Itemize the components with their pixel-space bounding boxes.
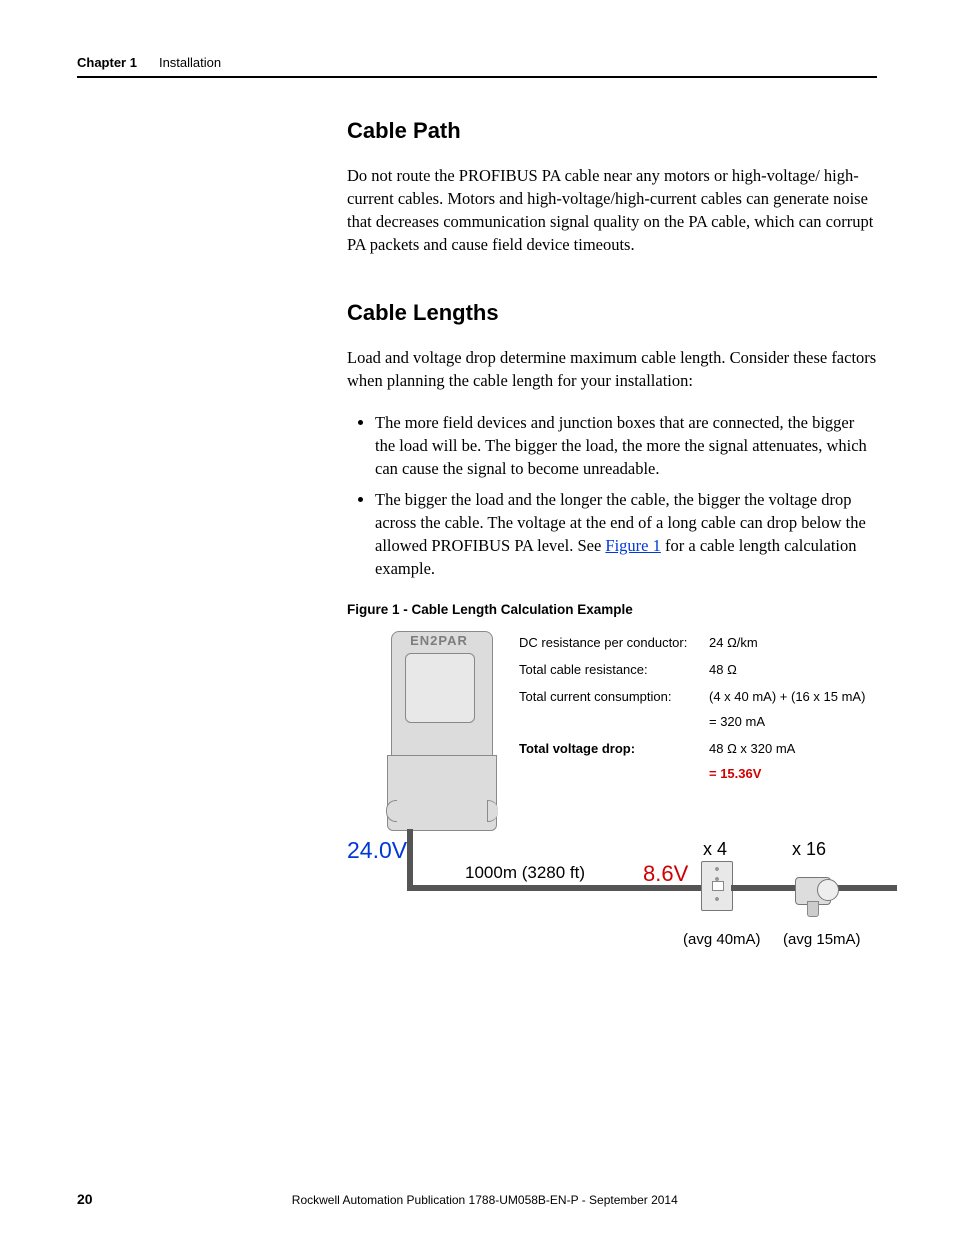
paragraph-cable-lengths-intro: Load and voltage drop determine maximum … <box>347 346 877 392</box>
page-number: 20 <box>77 1191 93 1207</box>
calc-label: Total cable resistance: <box>519 662 709 677</box>
calc-label: Total voltage drop: <box>519 741 709 756</box>
figure-caption: Figure 1 - Cable Length Calculation Exam… <box>347 602 877 617</box>
figure-link[interactable]: Figure 1 <box>605 536 660 555</box>
input-voltage-label: 24.0V <box>347 837 407 864</box>
multiplier-label: x 16 <box>792 839 826 860</box>
multiplier-label: x 4 <box>703 839 727 860</box>
calc-value: = 320 mA <box>709 714 765 729</box>
calculation-table: DC resistance per conductor: 24 Ω/km Tot… <box>519 635 865 793</box>
publication-info: Rockwell Automation Publication 1788-UM0… <box>93 1193 877 1207</box>
paragraph-cable-path: Do not route the PROFIBUS PA cable near … <box>347 164 877 256</box>
en2par-module-icon: EN2PAR <box>387 627 495 833</box>
content-area: Cable Path Do not route the PROFIBUS PA … <box>347 118 877 967</box>
heading-cable-lengths: Cable Lengths <box>347 300 877 326</box>
list-item: The more field devices and junction boxe… <box>375 411 877 480</box>
heading-cable-path: Cable Path <box>347 118 877 144</box>
calc-value: 48 Ω x 320 mA <box>709 741 795 756</box>
chapter-label: Chapter 1 <box>77 55 137 70</box>
section-label: Installation <box>159 55 221 70</box>
junction-box-icon <box>701 861 733 911</box>
list-item: The bigger the load and the longer the c… <box>375 488 877 580</box>
bullet-list: The more field devices and junction boxe… <box>347 411 877 581</box>
field-device-icon <box>795 867 829 911</box>
avg-current-label: (avg 40mA) <box>683 931 761 948</box>
cable-segment-icon <box>407 829 413 891</box>
avg-current-label: (avg 15mA) <box>783 931 861 948</box>
page-footer: 20 Rockwell Automation Publication 1788-… <box>0 1191 954 1207</box>
figure-diagram: EN2PAR DC resistance per conductor: 24 Ω… <box>347 627 877 967</box>
page-header: Chapter 1 Installation <box>77 55 877 78</box>
calc-value: (4 x 40 mA) + (16 x 15 mA) <box>709 689 865 704</box>
cable-length-label: 1000m (3280 ft) <box>465 863 585 883</box>
cable-spur-icon <box>731 885 803 891</box>
calc-label: Total current consumption: <box>519 689 709 704</box>
calc-label: DC resistance per conductor: <box>519 635 709 650</box>
output-voltage-label: 8.6V <box>643 861 688 887</box>
calc-result: = 15.36V <box>709 766 761 781</box>
module-label: EN2PAR <box>401 633 477 648</box>
calc-value: 48 Ω <box>709 662 737 677</box>
calc-value: 24 Ω/km <box>709 635 758 650</box>
